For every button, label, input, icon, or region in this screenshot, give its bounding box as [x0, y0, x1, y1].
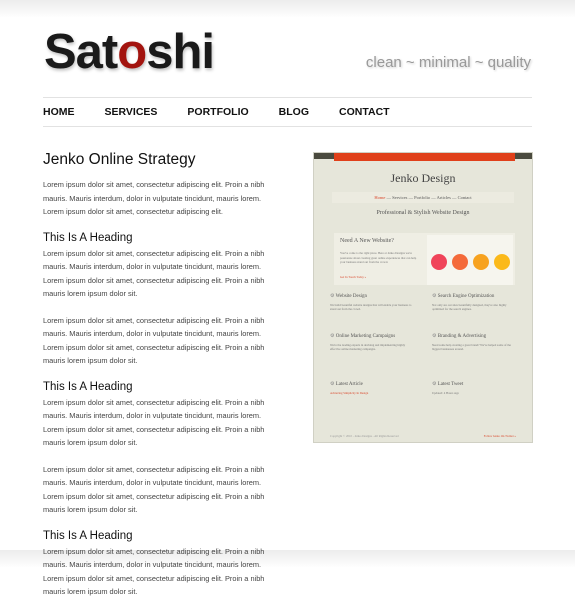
thumb-nav: Home — Services — Portfolio — Articles —… — [332, 192, 514, 203]
thumb-box-text: You've come to the right place. Here at … — [340, 251, 417, 264]
paragraph-line: Lorem ipsum dolor sit amet, consectetur … — [43, 491, 265, 501]
feature-text: We build beautiful website designs that … — [330, 302, 412, 312]
feature-text: Need some help creating a great brand? W… — [432, 342, 511, 352]
nav-contact[interactable]: CONTACT — [339, 106, 390, 118]
paragraph: Lorem ipsum dolor sit amet, consectetur … — [43, 247, 278, 301]
thumb-feature: Search Engine Optimization Not only are o… — [432, 294, 517, 312]
paragraph-line: Lorem ipsum dolor sit amet, consectetur … — [43, 424, 265, 434]
thumb-footer: Copyright © 2010 - Jenko Designs - All R… — [330, 434, 516, 438]
paragraph-line: mauris lorem ipsum dolor sit. — [43, 438, 138, 447]
logo-text-end: shi — [146, 25, 215, 79]
thumb-service-circle — [452, 254, 468, 270]
thumb-screenshot — [427, 235, 513, 285]
paragraph-line: mauris. Mauris interdum, dolor in vulput… — [43, 193, 262, 203]
paragraph-line: mauris. Mauris interdum, dolor in vulput… — [43, 411, 262, 420]
paragraph-line: Lorem ipsum dolor sit amet, consectetur … — [43, 464, 265, 474]
paragraph-line: Lorem ipsum dolor sit amet, consectetur … — [43, 315, 265, 325]
paragraph-line: mauris lorem ipsum dolor sit. — [43, 587, 138, 596]
paragraph-line: Lorem ipsum dolor sit amet, consectetur … — [43, 248, 265, 258]
feature-text: We're the leading experts in devising an… — [330, 342, 406, 352]
feature-title: Website Design — [330, 294, 415, 300]
paragraph-line: mauris. Mauris interdum, dolor in vulput… — [43, 560, 262, 569]
thumb-service-circle — [473, 254, 489, 270]
tweet-updated: Updated: 4 Hours Ago — [432, 390, 460, 395]
paragraph-line: Lorem ipsum dolor sit amet, consectetur … — [43, 546, 265, 556]
paragraph-line: mauris lorem ipsum dolor sit. — [43, 505, 138, 514]
nav-blog[interactable]: BLOG — [279, 106, 309, 118]
tagline: clean ~ minimal ~ quality — [365, 54, 531, 71]
thumb-feature: Branding & Advertising Need some help cre… — [432, 334, 517, 352]
feature-title: Branding & Advertising — [432, 334, 517, 340]
nav-home[interactable]: HOME — [43, 106, 75, 118]
thumb-latest-tweet: Latest Tweet Updated: 4 Hours Ago — [432, 382, 517, 395]
paragraph-line: Lorem ipsum dolor sit amet, consectetur … — [43, 180, 265, 189]
thumb-nav-contact: Contact — [457, 195, 472, 200]
thumb-nav-portfolio: Portfolio — [414, 195, 431, 200]
section-heading: This Is A Heading — [43, 529, 133, 542]
paragraph-line: mauris. Mauris interdum, dolor in vulput… — [43, 262, 262, 271]
thumb-feature: Website Design We build beautiful website… — [330, 294, 415, 312]
divider — [43, 126, 532, 127]
paragraph-line: Lorem ipsum dolor sit amet, consectetur … — [43, 573, 265, 583]
paragraph-line: mauris. Mauris interdum, dolor in vulput… — [43, 478, 262, 487]
paragraph: Lorem ipsum dolor sit amet, consectetur … — [43, 178, 278, 219]
portfolio-thumbnail[interactable]: Jenko Design Home — Services — Portfolio… — [313, 152, 533, 443]
paragraph-line: Lorem ipsum dolor sit amet, consectetur … — [43, 397, 265, 407]
feature-title: Online Marketing Campaigns — [330, 334, 415, 340]
thumb-box-link: Get In Touch Today » — [340, 275, 367, 279]
thumb-nav-home: Home — [374, 195, 386, 200]
thumb-twitter-link: Follow Jenko On Twitter » — [483, 434, 516, 438]
thumb-copyright: Copyright © 2010 - Jenko Designs - All R… — [330, 434, 399, 438]
section-heading: This Is A Heading — [43, 380, 133, 393]
nav-portfolio[interactable]: PORTFOLIO — [187, 106, 248, 118]
paragraph-line: Lorem ipsum dolor sit amet, consectetur … — [43, 342, 265, 352]
paragraph-line: mauris lorem ipsum dolor sit. — [43, 289, 138, 298]
paragraph: Lorem ipsum dolor sit amet, consectetur … — [43, 545, 278, 599]
article-title: Achieving Simplicity In Design — [330, 390, 369, 395]
thumb-nav-services: Services — [392, 195, 408, 200]
main-content: Jenko Online Strategy Lorem ipsum dolor … — [43, 151, 278, 612]
paragraph-line: mauris. Mauris interdum, dolor in vulput… — [43, 329, 262, 338]
paragraph-line: Lorem ipsum dolor sit amet, consectetur … — [43, 207, 223, 216]
feature-text: Not only are our sites beautifully desig… — [432, 302, 507, 312]
logo-accent: o — [117, 25, 147, 79]
thumb-box-heading: Need A New Website? — [340, 238, 394, 244]
paragraph-line: Lorem ipsum dolor sit amet, consectetur … — [43, 275, 265, 285]
feature-title: Search Engine Optimization — [432, 294, 517, 300]
thumb-title: Jenko Design — [390, 171, 456, 185]
section-heading: This Is A Heading — [43, 231, 133, 244]
page-title: Jenko Online Strategy — [43, 151, 196, 168]
thumb-service-circle — [494, 254, 510, 270]
nav-services[interactable]: SERVICES — [105, 106, 158, 118]
paragraph: Lorem ipsum dolor sit amet, consectetur … — [43, 314, 278, 368]
thumb-latest-article: Latest Article Achieving Simplicity In De… — [330, 382, 415, 395]
thumb-contact-bar — [334, 153, 515, 161]
main-nav: HOME SERVICES PORTFOLIO BLOG CONTACT — [43, 106, 420, 118]
paragraph-line: mauris lorem ipsum dolor sit. — [43, 356, 138, 365]
site-logo[interactable]: Satoshi — [44, 24, 215, 80]
thumb-feature: Online Marketing Campaigns We're the lead… — [330, 334, 415, 352]
thumb-service-circle — [431, 254, 447, 270]
divider — [43, 97, 532, 98]
paragraph: Lorem ipsum dolor sit amet, consectetur … — [43, 396, 278, 450]
thumb-hero-box: Need A New Website? You've come to the r… — [334, 233, 515, 285]
thumb-subtitle: Professional & Stylish Website Design — [376, 210, 470, 216]
paragraph: Lorem ipsum dolor sit amet, consectetur … — [43, 463, 278, 517]
thumb-nav-articles: Articles — [436, 195, 451, 200]
latest-article-heading: Latest Article — [330, 382, 415, 388]
logo-text: Sat — [44, 25, 118, 79]
latest-tweet-heading: Latest Tweet — [432, 382, 517, 388]
